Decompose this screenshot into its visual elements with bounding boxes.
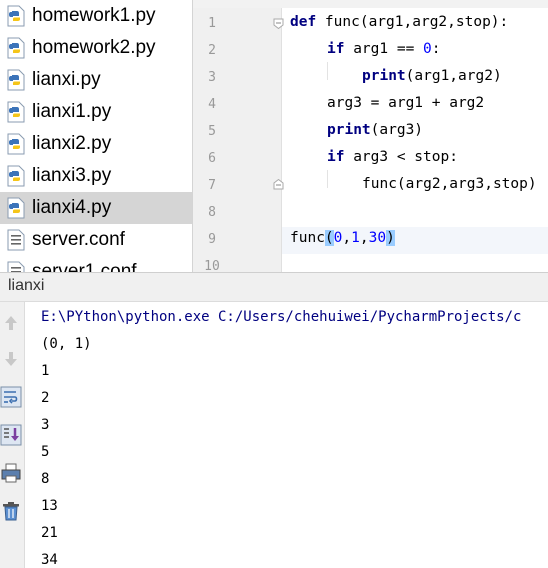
code-text: arg3 = arg1 + arg2 (327, 95, 485, 111)
indent-guide (327, 62, 328, 80)
console-line: 21 (41, 525, 58, 541)
python-file-icon (7, 101, 25, 123)
tree-item-label: homework2.py (32, 37, 156, 58)
code-line-9: func(0,1,30) (290, 230, 395, 246)
python-file-icon (7, 69, 25, 91)
tree-item-label: homework1.py (32, 5, 156, 26)
line-number: 4 (208, 97, 216, 112)
run-panel-header: lianxi (0, 272, 548, 302)
up-arrow-icon[interactable] (0, 312, 22, 334)
tree-item-lianxi2[interactable]: lianxi2.py (0, 128, 192, 160)
code-line-7: func(arg2,arg3,stop) (362, 176, 537, 192)
keyword: def (290, 14, 317, 30)
keyword: if (327, 149, 345, 165)
console-line: (0, 1) (41, 336, 92, 352)
code-line-6: if arg3 < stop: (327, 149, 458, 165)
run-tab-title[interactable]: lianxi (8, 277, 44, 295)
python-file-icon (7, 133, 25, 155)
keyword: if (327, 41, 345, 57)
tree-item-homework1[interactable]: homework1.py (0, 0, 192, 32)
console-line: 13 (41, 498, 58, 514)
tree-item-lianxi4[interactable]: lianxi4.py (0, 192, 192, 224)
tree-item-label: server.conf (32, 229, 125, 250)
scroll-to-end-icon[interactable] (0, 424, 22, 446)
keyword: print (327, 122, 371, 138)
code-text: (arg1,arg2) (405, 68, 502, 84)
matching-paren: ( (324, 230, 334, 246)
code-line-4: arg3 = arg1 + arg2 (327, 95, 484, 111)
trash-icon[interactable] (0, 500, 22, 522)
run-toolbar (0, 302, 25, 568)
number-literal: 30 (368, 230, 387, 246)
fold-collapse-icon[interactable] (273, 18, 284, 29)
run-console-output[interactable]: E:\PYthon\python.exe C:/Users/chehuiwei/… (25, 302, 548, 568)
code-text: arg3 < stop: (344, 149, 458, 165)
python-file-icon (7, 37, 25, 59)
code-text: (arg3) (370, 122, 424, 138)
print-icon[interactable] (0, 462, 22, 484)
line-number: 2 (208, 43, 216, 58)
code-text: func(arg1,arg2,stop): (316, 14, 509, 30)
console-line: 34 (41, 552, 58, 568)
line-number: 8 (208, 205, 216, 220)
console-command-line: E:\PYthon\python.exe C:/Users/chehuiwei/… (41, 309, 522, 325)
code-line-3: print(arg1,arg2) (362, 68, 502, 84)
console-line: 2 (41, 390, 50, 406)
indent-guide (327, 170, 328, 188)
code-text: func (290, 230, 325, 246)
tree-item-label: lianxi3.py (32, 165, 112, 186)
text-file-icon (7, 261, 25, 272)
tree-item-homework2[interactable]: homework2.py (0, 32, 192, 64)
keyword: print (362, 68, 406, 84)
tree-item-lianxi[interactable]: lianxi.py (0, 64, 192, 96)
tree-item-label: server1.conf (32, 261, 137, 272)
code-text: , (359, 230, 369, 246)
code-text: arg1 == (344, 41, 424, 57)
console-line: 1 (41, 363, 50, 379)
tree-item-label: lianxi.py (32, 69, 101, 90)
code-text: func(arg2,arg3,stop) (362, 176, 537, 192)
tree-item-lianxi1[interactable]: lianxi1.py (0, 96, 192, 128)
tree-item-label: lianxi4.py (32, 197, 112, 218)
tree-item-label: lianxi2.py (32, 133, 112, 154)
line-number: 6 (208, 151, 216, 166)
line-gutter: 1 2 3 4 5 6 7 8 9 10 (193, 0, 284, 272)
line-number: 9 (208, 232, 216, 247)
code-editor[interactable]: 1 2 3 4 5 6 7 8 9 10 def func(arg1,arg2,… (193, 0, 548, 272)
number-literal: 1 (351, 230, 360, 246)
console-line: 8 (41, 471, 50, 487)
number-literal: 0 (423, 41, 432, 57)
soft-wrap-icon[interactable] (0, 386, 22, 408)
console-line: 3 (41, 417, 50, 433)
code-line-1: def func(arg1,arg2,stop): (290, 14, 508, 30)
line-number: 5 (208, 124, 216, 139)
python-file-icon (7, 165, 25, 187)
down-arrow-icon[interactable] (0, 348, 22, 370)
text-file-icon (7, 229, 25, 251)
fold-end-icon[interactable] (273, 179, 284, 190)
tree-item-server-conf[interactable]: server.conf (0, 224, 192, 256)
tree-item-label: lianxi1.py (32, 101, 112, 122)
console-line: 5 (41, 444, 50, 460)
code-text: : (431, 41, 441, 57)
tree-item-server1-conf[interactable]: server1.conf (0, 256, 192, 272)
matching-paren: ) (386, 230, 395, 246)
line-number: 7 (208, 178, 216, 193)
python-file-icon (7, 5, 25, 27)
code-text: , (342, 230, 352, 246)
code-line-2: if arg1 == 0: (327, 41, 441, 57)
line-number: 1 (208, 16, 216, 31)
project-tree: homework1.py homework2.py lianxi.py lian… (0, 0, 193, 272)
editor-tab-strip (193, 0, 548, 8)
python-file-icon (7, 197, 25, 219)
line-number: 3 (208, 70, 216, 85)
code-line-5: print(arg3) (327, 122, 423, 138)
tree-item-lianxi3[interactable]: lianxi3.py (0, 160, 192, 192)
line-number: 10 (204, 259, 220, 272)
